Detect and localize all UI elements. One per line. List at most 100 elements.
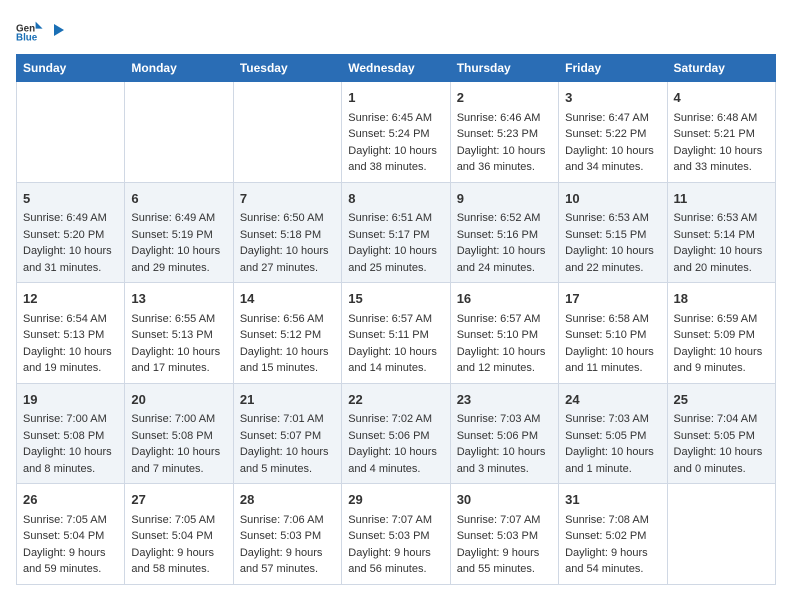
day-info: Sunrise: 6:52 AM Sunset: 5:16 PM Dayligh…: [457, 210, 552, 276]
day-cell: 24Sunrise: 7:03 AM Sunset: 5:05 PM Dayli…: [559, 383, 667, 484]
day-info: Sunrise: 7:01 AM Sunset: 5:07 PM Dayligh…: [240, 411, 335, 477]
day-cell: 15Sunrise: 6:57 AM Sunset: 5:11 PM Dayli…: [342, 283, 450, 384]
calendar-body: 1Sunrise: 6:45 AM Sunset: 5:24 PM Daylig…: [17, 82, 776, 585]
day-number: 4: [674, 88, 769, 108]
day-info: Sunrise: 7:05 AM Sunset: 5:04 PM Dayligh…: [131, 512, 226, 578]
day-cell: 12Sunrise: 6:54 AM Sunset: 5:13 PM Dayli…: [17, 283, 125, 384]
day-info: Sunrise: 6:57 AM Sunset: 5:10 PM Dayligh…: [457, 311, 552, 377]
day-info: Sunrise: 6:57 AM Sunset: 5:11 PM Dayligh…: [348, 311, 443, 377]
day-info: Sunrise: 6:46 AM Sunset: 5:23 PM Dayligh…: [457, 110, 552, 176]
header-cell-sunday: Sunday: [17, 55, 125, 82]
day-number: 5: [23, 189, 118, 209]
day-number: 13: [131, 289, 226, 309]
logo-icon: Gen Blue: [16, 16, 44, 44]
day-cell: 20Sunrise: 7:00 AM Sunset: 5:08 PM Dayli…: [125, 383, 233, 484]
header-cell-tuesday: Tuesday: [233, 55, 341, 82]
day-cell: 6Sunrise: 6:49 AM Sunset: 5:19 PM Daylig…: [125, 182, 233, 283]
day-cell: 8Sunrise: 6:51 AM Sunset: 5:17 PM Daylig…: [342, 182, 450, 283]
day-cell: 21Sunrise: 7:01 AM Sunset: 5:07 PM Dayli…: [233, 383, 341, 484]
day-cell: 23Sunrise: 7:03 AM Sunset: 5:06 PM Dayli…: [450, 383, 558, 484]
day-cell: 10Sunrise: 6:53 AM Sunset: 5:15 PM Dayli…: [559, 182, 667, 283]
day-number: 15: [348, 289, 443, 309]
day-info: Sunrise: 7:04 AM Sunset: 5:05 PM Dayligh…: [674, 411, 769, 477]
day-number: 3: [565, 88, 660, 108]
day-info: Sunrise: 7:07 AM Sunset: 5:03 PM Dayligh…: [457, 512, 552, 578]
day-number: 27: [131, 490, 226, 510]
day-cell: 30Sunrise: 7:07 AM Sunset: 5:03 PM Dayli…: [450, 484, 558, 585]
day-info: Sunrise: 7:06 AM Sunset: 5:03 PM Dayligh…: [240, 512, 335, 578]
day-number: 11: [674, 189, 769, 209]
day-info: Sunrise: 6:59 AM Sunset: 5:09 PM Dayligh…: [674, 311, 769, 377]
day-info: Sunrise: 6:47 AM Sunset: 5:22 PM Dayligh…: [565, 110, 660, 176]
day-number: 25: [674, 390, 769, 410]
day-cell: 27Sunrise: 7:05 AM Sunset: 5:04 PM Dayli…: [125, 484, 233, 585]
day-info: Sunrise: 6:45 AM Sunset: 5:24 PM Dayligh…: [348, 110, 443, 176]
day-number: 17: [565, 289, 660, 309]
logo-arrow-icon: [50, 22, 66, 38]
day-number: 19: [23, 390, 118, 410]
day-cell: 2Sunrise: 6:46 AM Sunset: 5:23 PM Daylig…: [450, 82, 558, 183]
day-number: 16: [457, 289, 552, 309]
day-cell: [125, 82, 233, 183]
day-info: Sunrise: 7:00 AM Sunset: 5:08 PM Dayligh…: [23, 411, 118, 477]
day-number: 18: [674, 289, 769, 309]
day-info: Sunrise: 7:00 AM Sunset: 5:08 PM Dayligh…: [131, 411, 226, 477]
day-number: 6: [131, 189, 226, 209]
day-number: 30: [457, 490, 552, 510]
day-info: Sunrise: 7:03 AM Sunset: 5:05 PM Dayligh…: [565, 411, 660, 477]
day-info: Sunrise: 6:55 AM Sunset: 5:13 PM Dayligh…: [131, 311, 226, 377]
header-cell-saturday: Saturday: [667, 55, 775, 82]
day-cell: 29Sunrise: 7:07 AM Sunset: 5:03 PM Dayli…: [342, 484, 450, 585]
week-row-5: 26Sunrise: 7:05 AM Sunset: 5:04 PM Dayli…: [17, 484, 776, 585]
day-number: 14: [240, 289, 335, 309]
week-row-1: 1Sunrise: 6:45 AM Sunset: 5:24 PM Daylig…: [17, 82, 776, 183]
calendar-header: SundayMondayTuesdayWednesdayThursdayFrid…: [17, 55, 776, 82]
day-info: Sunrise: 6:54 AM Sunset: 5:13 PM Dayligh…: [23, 311, 118, 377]
day-info: Sunrise: 7:03 AM Sunset: 5:06 PM Dayligh…: [457, 411, 552, 477]
calendar-table: SundayMondayTuesdayWednesdayThursdayFrid…: [16, 54, 776, 585]
week-row-2: 5Sunrise: 6:49 AM Sunset: 5:20 PM Daylig…: [17, 182, 776, 283]
day-number: 21: [240, 390, 335, 410]
header-cell-friday: Friday: [559, 55, 667, 82]
day-info: Sunrise: 7:07 AM Sunset: 5:03 PM Dayligh…: [348, 512, 443, 578]
day-number: 10: [565, 189, 660, 209]
day-info: Sunrise: 6:49 AM Sunset: 5:19 PM Dayligh…: [131, 210, 226, 276]
day-info: Sunrise: 6:58 AM Sunset: 5:10 PM Dayligh…: [565, 311, 660, 377]
day-number: 12: [23, 289, 118, 309]
logo-text: [48, 20, 66, 40]
day-info: Sunrise: 7:05 AM Sunset: 5:04 PM Dayligh…: [23, 512, 118, 578]
day-cell: 25Sunrise: 7:04 AM Sunset: 5:05 PM Dayli…: [667, 383, 775, 484]
day-cell: 14Sunrise: 6:56 AM Sunset: 5:12 PM Dayli…: [233, 283, 341, 384]
day-number: 28: [240, 490, 335, 510]
day-info: Sunrise: 6:48 AM Sunset: 5:21 PM Dayligh…: [674, 110, 769, 176]
day-cell: 28Sunrise: 7:06 AM Sunset: 5:03 PM Dayli…: [233, 484, 341, 585]
day-cell: 31Sunrise: 7:08 AM Sunset: 5:02 PM Dayli…: [559, 484, 667, 585]
day-number: 31: [565, 490, 660, 510]
day-cell: [667, 484, 775, 585]
header-cell-thursday: Thursday: [450, 55, 558, 82]
day-cell: 17Sunrise: 6:58 AM Sunset: 5:10 PM Dayli…: [559, 283, 667, 384]
page-container: Gen Blue SundayMondayTuesdayWednesdayThu…: [0, 0, 792, 597]
header-row: SundayMondayTuesdayWednesdayThursdayFrid…: [17, 55, 776, 82]
day-cell: 3Sunrise: 6:47 AM Sunset: 5:22 PM Daylig…: [559, 82, 667, 183]
day-number: 8: [348, 189, 443, 209]
day-cell: [233, 82, 341, 183]
day-info: Sunrise: 6:53 AM Sunset: 5:14 PM Dayligh…: [674, 210, 769, 276]
day-cell: 13Sunrise: 6:55 AM Sunset: 5:13 PM Dayli…: [125, 283, 233, 384]
day-number: 1: [348, 88, 443, 108]
day-cell: 19Sunrise: 7:00 AM Sunset: 5:08 PM Dayli…: [17, 383, 125, 484]
day-cell: 11Sunrise: 6:53 AM Sunset: 5:14 PM Dayli…: [667, 182, 775, 283]
day-number: 9: [457, 189, 552, 209]
week-row-4: 19Sunrise: 7:00 AM Sunset: 5:08 PM Dayli…: [17, 383, 776, 484]
day-number: 29: [348, 490, 443, 510]
day-cell: 7Sunrise: 6:50 AM Sunset: 5:18 PM Daylig…: [233, 182, 341, 283]
day-cell: 16Sunrise: 6:57 AM Sunset: 5:10 PM Dayli…: [450, 283, 558, 384]
week-row-3: 12Sunrise: 6:54 AM Sunset: 5:13 PM Dayli…: [17, 283, 776, 384]
day-info: Sunrise: 6:51 AM Sunset: 5:17 PM Dayligh…: [348, 210, 443, 276]
day-number: 24: [565, 390, 660, 410]
day-cell: 1Sunrise: 6:45 AM Sunset: 5:24 PM Daylig…: [342, 82, 450, 183]
day-number: 26: [23, 490, 118, 510]
day-number: 20: [131, 390, 226, 410]
day-number: 2: [457, 88, 552, 108]
day-cell: 22Sunrise: 7:02 AM Sunset: 5:06 PM Dayli…: [342, 383, 450, 484]
